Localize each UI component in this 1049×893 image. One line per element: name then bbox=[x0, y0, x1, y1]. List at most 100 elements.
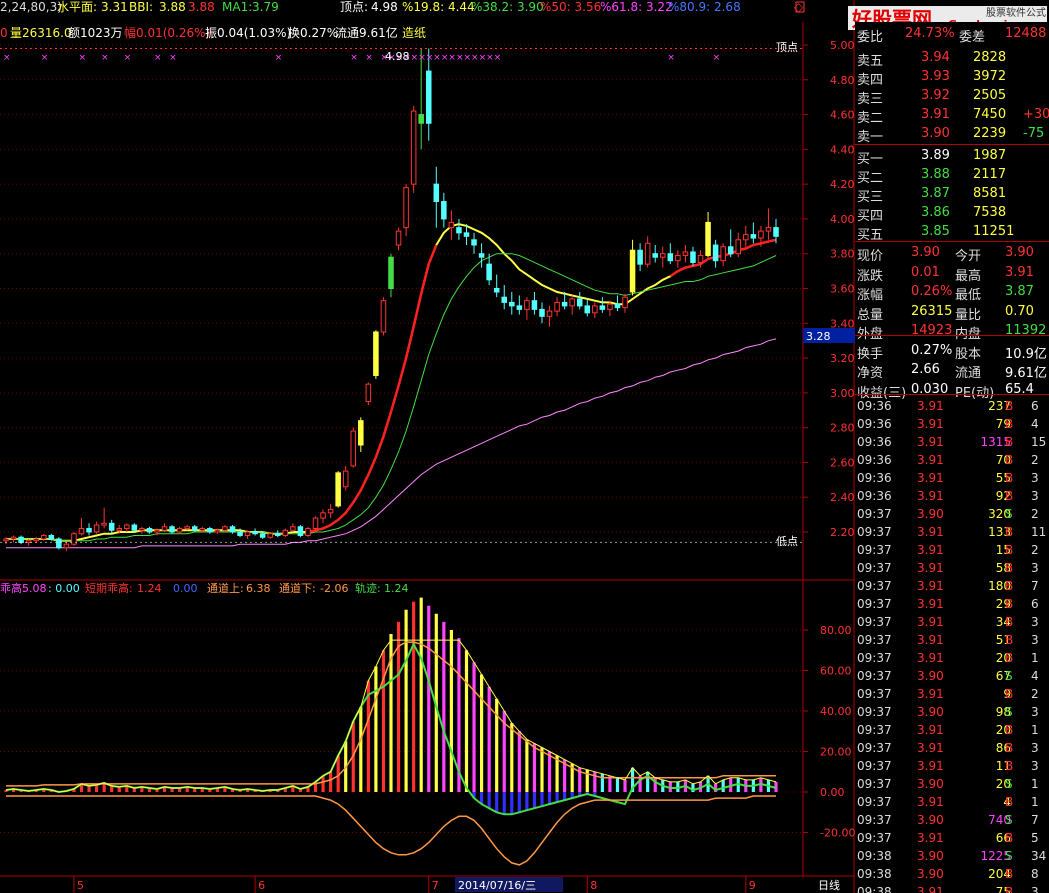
tick-time: 09:36 bbox=[857, 399, 892, 413]
tick-row[interactable]: 09:37 3.91 20 B 1 bbox=[855, 722, 1049, 740]
tick-count: 6 bbox=[1031, 399, 1039, 413]
tick-count: 1 bbox=[1031, 795, 1039, 809]
tick-row[interactable]: 09:36 3.91 237 B 6 bbox=[855, 398, 1049, 416]
sub-b-value-2: 0.00 bbox=[173, 582, 198, 595]
tick-count: 3 bbox=[1031, 885, 1039, 893]
tick-row[interactable]: 09:37 3.91 4 B 1 bbox=[855, 794, 1049, 812]
tick-row[interactable]: 09:36 3.91 55 B 3 bbox=[855, 470, 1049, 488]
bid-price: 3.85 bbox=[921, 224, 950, 239]
candle-body bbox=[222, 526, 228, 531]
tick-row[interactable]: 09:37 3.91 34 B 3 bbox=[855, 614, 1049, 632]
signal-mark: × bbox=[471, 53, 479, 63]
candle-body bbox=[327, 508, 334, 514]
tick-price: 3.90 bbox=[917, 813, 944, 827]
tick-row[interactable]: 09:37 3.90 67 S 4 bbox=[855, 668, 1049, 686]
tick-direction: B bbox=[1005, 723, 1014, 737]
candle-body bbox=[509, 301, 515, 307]
order-diff-label: 委差 bbox=[959, 30, 986, 45]
tick-time: 09:37 bbox=[857, 759, 892, 773]
period-label[interactable]: 日线 bbox=[818, 878, 840, 892]
tick-price: 3.91 bbox=[917, 687, 944, 701]
tick-time: 09:37 bbox=[857, 831, 892, 845]
tick-row[interactable]: 09:37 3.91 51 B 3 bbox=[855, 632, 1049, 650]
stat-value-2: 10.9亿 bbox=[1005, 346, 1047, 362]
candle-body bbox=[675, 254, 681, 262]
bid-volume: 1987 bbox=[973, 148, 1007, 163]
tick-row[interactable]: 09:37 3.91 66 B 5 bbox=[855, 830, 1049, 848]
candle-body bbox=[765, 227, 772, 232]
sub-d-value: -2.06 bbox=[320, 582, 348, 595]
candle-body bbox=[773, 227, 779, 237]
tick-row[interactable]: 09:36 3.91 92 B 3 bbox=[855, 488, 1049, 506]
candle-body bbox=[418, 114, 424, 124]
bid-price: 3.87 bbox=[921, 186, 950, 201]
tick-price: 3.91 bbox=[917, 435, 944, 449]
price-tick-label: 2.20 bbox=[830, 526, 855, 539]
stat-value-2: 3.90 bbox=[1005, 245, 1034, 260]
stat-label: 涨幅 bbox=[857, 288, 884, 303]
candle-body bbox=[652, 253, 658, 258]
tick-row[interactable]: 09:37 3.91 86 B 3 bbox=[855, 740, 1049, 758]
tick-row[interactable]: 09:38 3.90 1225 S 34 bbox=[855, 848, 1049, 866]
candle-body bbox=[584, 305, 591, 314]
signal-mark: × bbox=[433, 53, 441, 63]
tick-direction: S bbox=[1005, 705, 1013, 719]
tick-row[interactable]: 09:37 3.91 29 B 6 bbox=[855, 596, 1049, 614]
tick-row[interactable]: 09:37 3.90 320 S 2 bbox=[855, 506, 1049, 524]
bid-volume: 8581 bbox=[973, 186, 1007, 201]
tick-row[interactable]: 09:37 3.90 20 S 1 bbox=[855, 776, 1049, 794]
peak-annotation: 4.98 bbox=[385, 50, 410, 63]
signal-mark: × bbox=[713, 53, 721, 63]
ind3-value: 3.79 bbox=[252, 0, 279, 14]
candle-body bbox=[743, 234, 749, 241]
tick-row[interactable]: 09:37 3.91 9 B 2 bbox=[855, 686, 1049, 704]
candle-body bbox=[116, 528, 123, 531]
tick-count: 3 bbox=[1031, 615, 1039, 629]
ask-price: 3.94 bbox=[921, 50, 950, 65]
signal-mark: × bbox=[479, 53, 487, 63]
tick-row[interactable]: 09:37 3.91 11 B 3 bbox=[855, 758, 1049, 776]
tick-time: 09:37 bbox=[857, 507, 892, 521]
info-turnover: 换0.27% bbox=[288, 26, 338, 40]
tick-row[interactable]: 09:37 3.90 740 S 7 bbox=[855, 812, 1049, 830]
tick-count: 15 bbox=[1031, 435, 1047, 449]
stat-value-2: 3.91 bbox=[1005, 264, 1034, 280]
candle-body bbox=[735, 239, 742, 255]
tick-count: 4 bbox=[1031, 669, 1039, 683]
tick-direction: B bbox=[1005, 759, 1014, 773]
ind1-value: 3.31 bbox=[101, 0, 128, 14]
candle-body bbox=[199, 528, 206, 531]
stat-label-2: 最高 bbox=[955, 268, 982, 284]
bid-price: 3.89 bbox=[921, 148, 950, 163]
tick-row[interactable]: 09:37 3.91 15 B 2 bbox=[855, 542, 1049, 560]
candle-body bbox=[478, 253, 485, 258]
tick-row[interactable]: 09:37 3.91 133 B 11 bbox=[855, 524, 1049, 542]
candle-body bbox=[395, 230, 402, 246]
tick-row[interactable]: 09:37 3.91 58 B 3 bbox=[855, 560, 1049, 578]
order-diff-value: 12488 bbox=[1005, 26, 1047, 41]
candle-body bbox=[539, 308, 545, 317]
candle-body bbox=[184, 526, 190, 530]
candle-body bbox=[335, 472, 341, 507]
info-industry: 造纸 bbox=[402, 26, 426, 40]
sub-d-name: 通道下: bbox=[279, 581, 316, 595]
tick-row[interactable]: 09:36 3.91 79 B 4 bbox=[855, 416, 1049, 434]
tick-price: 3.91 bbox=[917, 741, 944, 755]
sub-a-value-2: : 0.00 bbox=[48, 582, 80, 595]
tick-count: 2 bbox=[1031, 453, 1039, 467]
candle-body bbox=[373, 331, 379, 376]
kline-chart[interactable]: 5.004.804.604.404.204.003.803.603.403.20… bbox=[0, 0, 855, 893]
tick-row[interactable]: 09:37 3.91 20 B 1 bbox=[855, 650, 1049, 668]
candle-body bbox=[607, 303, 613, 310]
info-volume: 量26316.0 bbox=[10, 26, 72, 40]
tick-row[interactable]: 09:37 3.90 98 S 3 bbox=[855, 704, 1049, 722]
candle-body bbox=[697, 254, 704, 263]
tick-row[interactable]: 09:36 3.91 1315 B 15 bbox=[855, 434, 1049, 452]
candle-body bbox=[297, 526, 304, 536]
tick-direction: S bbox=[1005, 669, 1013, 683]
tick-row[interactable]: 09:36 3.91 70 B 2 bbox=[855, 452, 1049, 470]
tick-row[interactable]: 09:37 3.91 180 B 7 bbox=[855, 578, 1049, 596]
tick-row[interactable]: 09:38 3.91 75 B 3 bbox=[855, 884, 1049, 893]
tick-direction: S bbox=[1005, 813, 1013, 827]
tick-row[interactable]: 09:38 3.90 204 B 8 bbox=[855, 866, 1049, 884]
